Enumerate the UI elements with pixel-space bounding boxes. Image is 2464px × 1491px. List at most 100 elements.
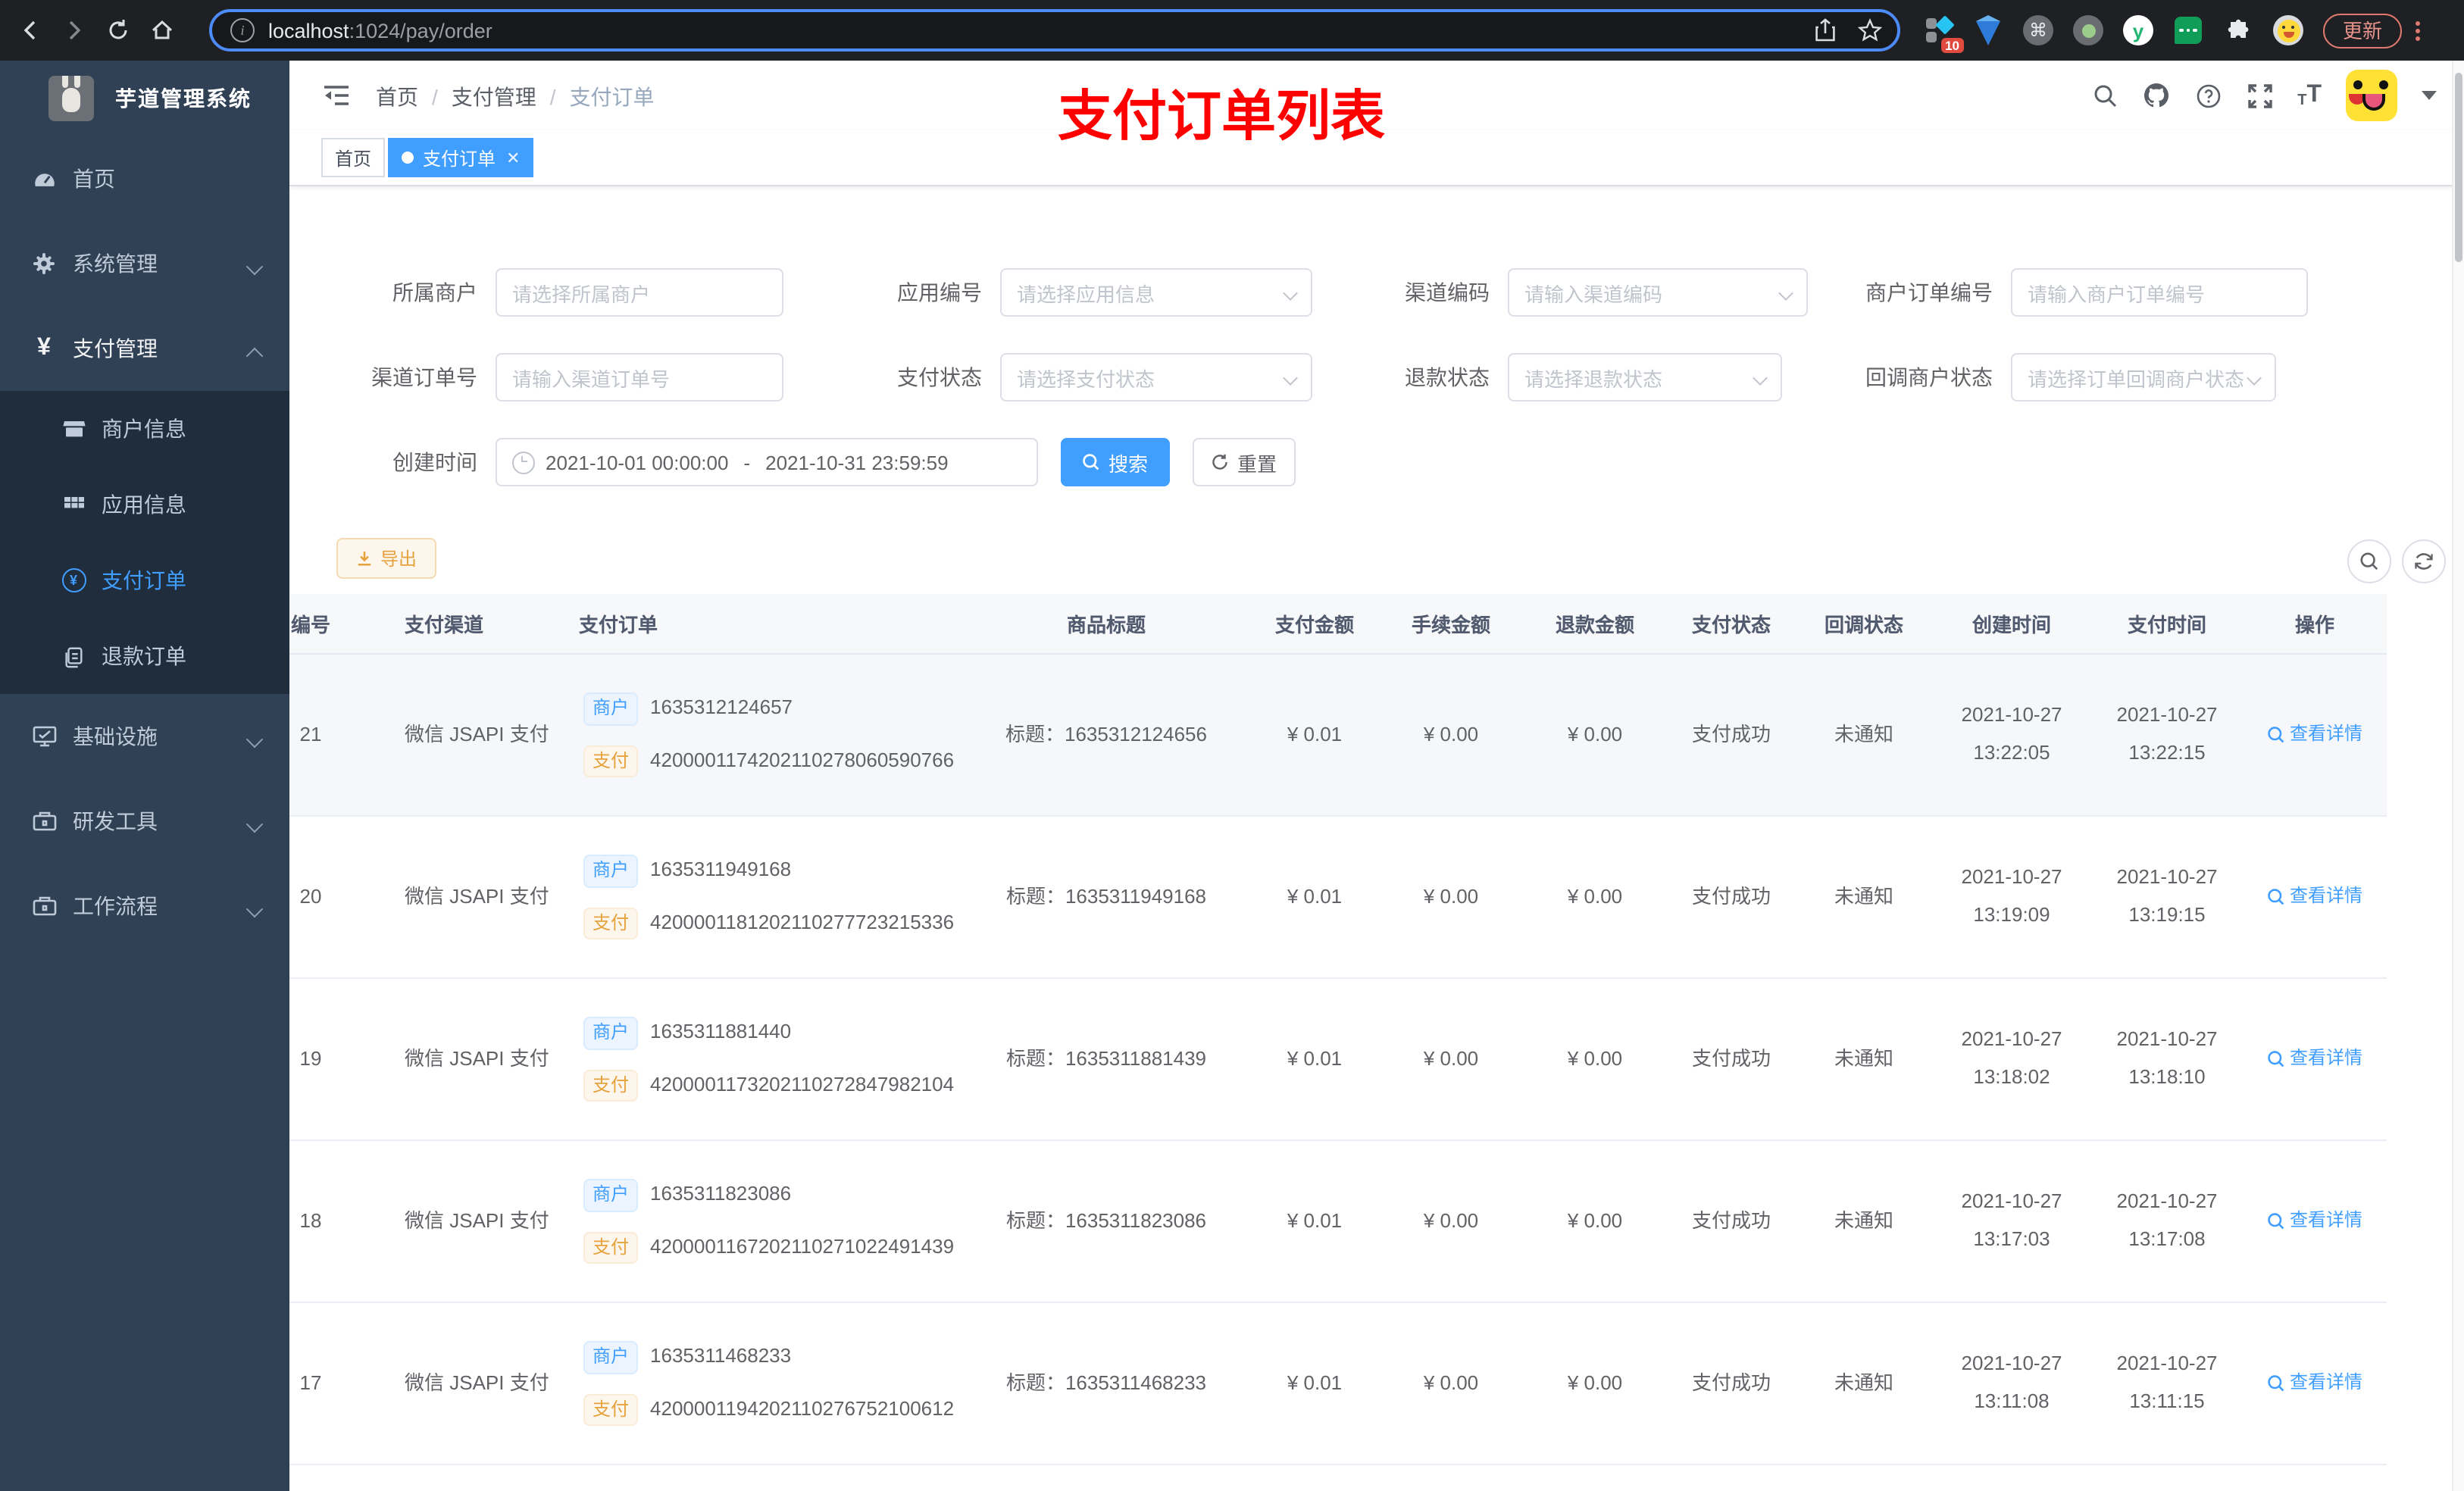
puzzle-extensions-icon[interactable] xyxy=(2222,14,2255,47)
extension-icon[interactable]: 10 xyxy=(1921,14,1964,53)
share-icon[interactable] xyxy=(1814,18,1837,42)
view-detail-link[interactable]: 查看详情 xyxy=(2267,883,2362,911)
view-detail-link[interactable]: 查看详情 xyxy=(2267,720,2362,749)
refund-status-select[interactable]: 请选择退款状态 xyxy=(1508,353,1782,402)
cell-create-time: 2021-10-27 13:11:08 xyxy=(1961,1352,2062,1412)
table-row[interactable]: 18 微信 JSAPI 支付 商户 1635311823086 支付 42000… xyxy=(289,1141,2387,1303)
gear-icon xyxy=(30,250,58,277)
recorder-extension-icon[interactable] xyxy=(2072,14,2105,47)
channel-code-select[interactable]: 请输入渠道编码 xyxy=(1508,268,1808,317)
sidebar-item-refund-order[interactable]: 退款订单 xyxy=(0,618,289,694)
cell-action: 查看详情 xyxy=(2243,655,2387,815)
cell-title: 标题：1635311949168 xyxy=(1005,884,1207,908)
table-row[interactable]: 21 微信 JSAPI 支付 商户 1635312124657 支付 42000… xyxy=(289,655,2387,817)
sidebar-item-app-info[interactable]: 应用信息 xyxy=(0,467,289,542)
back-icon[interactable] xyxy=(17,17,44,44)
sidebar-item-infra[interactable]: 基础设施 xyxy=(0,694,289,779)
view-detail-link[interactable]: 查看详情 xyxy=(2267,1045,2362,1074)
cell-channel: 微信 JSAPI 支付 xyxy=(405,1371,549,1394)
main-area: 首页 / 支付管理 / 支付订单 T T 支付订单列表 首页 支付订单 ✕ 所属… xyxy=(289,61,2464,1491)
create-time-range-input[interactable]: 2021-10-01 00:00:00 - 2021-10-31 23:59:5… xyxy=(496,438,1038,486)
app-no-select[interactable]: 请选择应用信息 xyxy=(1000,268,1312,317)
logo-avatar xyxy=(48,76,94,121)
url-text[interactable]: localhost:1024/pay/order xyxy=(268,19,492,42)
cell-id: 20 xyxy=(299,884,322,908)
tag-home[interactable]: 首页 xyxy=(321,138,386,177)
tag-pay-order[interactable]: 支付订单 ✕ xyxy=(388,138,534,177)
page-scrollbar[interactable] xyxy=(2452,61,2464,1491)
cell-amount: ¥ 0.01 xyxy=(1287,1046,1343,1070)
profile-avatar-icon[interactable] xyxy=(2272,14,2305,47)
url-bar[interactable]: i localhost:1024/pay/order xyxy=(209,9,1900,52)
table-row[interactable]: 17 微信 JSAPI 支付 商户 1635311468233 支付 42000… xyxy=(289,1303,2387,1465)
table-row[interactable]: 20 微信 JSAPI 支付 商户 1635311949168 支付 42000… xyxy=(289,817,2387,979)
browser-menu-icon[interactable] xyxy=(2414,17,2420,43)
search-icon[interactable] xyxy=(2091,82,2118,109)
help-icon[interactable] xyxy=(2194,82,2222,109)
pay-no-tag: 支付 xyxy=(583,1231,639,1264)
reset-button[interactable]: 重置 xyxy=(1193,438,1296,486)
cell-create-time: 2021-10-27 13:17:03 xyxy=(1961,1189,2062,1250)
sidebar-collapse-icon[interactable] xyxy=(323,82,350,109)
forward-icon[interactable] xyxy=(61,17,88,44)
cell-channel: 微信 JSAPI 支付 xyxy=(405,1046,549,1070)
view-detail-link[interactable]: 查看详情 xyxy=(2267,1369,2362,1398)
cell-pay-status: 支付成功 xyxy=(1691,1208,1771,1232)
pay-no-value: 4200001181202110277723215336 xyxy=(650,910,955,933)
cell-notify-status: 未通知 xyxy=(1834,1046,1893,1070)
breadcrumb-home[interactable]: 首页 xyxy=(376,82,418,112)
chevron-down-icon xyxy=(1285,288,1297,300)
chat-extension-icon[interactable] xyxy=(2172,14,2205,47)
user-avatar[interactable] xyxy=(2346,70,2397,121)
sidebar-item-home[interactable]: 首页 xyxy=(0,136,289,221)
caret-down-icon[interactable] xyxy=(2422,91,2437,100)
app-logo[interactable]: 芋道管理系统 xyxy=(0,61,289,136)
cell-orders: 商户 1635312124657 支付 42000011742021102780… xyxy=(561,655,962,815)
toggle-search-button[interactable] xyxy=(2347,539,2391,583)
search-button[interactable]: 搜索 xyxy=(1061,438,1170,486)
pay-order-table: 编号 支付渠道 支付订单 商品标题 支付金额 手续金额 退款金额 支付状态 回调状态 创建时间 支付… xyxy=(289,594,2464,1491)
y-extension-icon[interactable]: y xyxy=(2122,14,2155,47)
font-size-icon[interactable] xyxy=(2297,82,2322,109)
view-detail-link[interactable]: 查看详情 xyxy=(2267,1207,2362,1236)
scrollbar-thumb[interactable] xyxy=(2455,73,2462,262)
sketch-extension-icon[interactable] xyxy=(1972,14,2005,47)
tag-close-icon[interactable]: ✕ xyxy=(506,148,520,167)
cell-notify-status: 未通知 xyxy=(1834,1371,1893,1394)
github-icon[interactable] xyxy=(2143,82,2170,109)
merchant-input[interactable]: 请选择所属商户 xyxy=(496,268,783,317)
column-header: 支付状态 xyxy=(1691,614,1771,636)
sidebar-item-system[interactable]: 系统管理 xyxy=(0,221,289,306)
pay-no-tag: 支付 xyxy=(583,1069,639,1102)
column-header: 操作 xyxy=(2294,614,2334,636)
column-header: 编号 xyxy=(290,614,330,636)
bookmark-star-icon[interactable] xyxy=(1858,18,1882,42)
table-row[interactable]: 19 微信 JSAPI 支付 商户 1635311881440 支付 42000… xyxy=(289,979,2387,1141)
channel-order-no-input[interactable]: 请输入渠道订单号 xyxy=(496,353,783,402)
sidebar-item-payment[interactable]: 支付管理 xyxy=(0,306,289,391)
sidebar-item-merchant-info[interactable]: 商户信息 xyxy=(0,391,289,467)
sidebar-item-workflow[interactable]: 工作流程 xyxy=(0,864,289,949)
export-button[interactable]: 导出 xyxy=(336,538,436,579)
monitor-icon xyxy=(30,723,58,750)
sidebar-item-dev-tools[interactable]: 研发工具 xyxy=(0,779,289,864)
home-icon[interactable] xyxy=(149,17,176,44)
merchant-order-no-input[interactable]: 请输入商户订单编号 xyxy=(2011,268,2308,317)
cell-refund: ¥ 0.00 xyxy=(1567,1208,1623,1232)
command-extension-icon[interactable]: ⌘ xyxy=(2022,14,2055,47)
notify-status-select[interactable]: 请选择订单回调商户状态 xyxy=(2011,353,2276,402)
chevron-down-icon xyxy=(2249,373,2261,385)
refresh-table-button[interactable] xyxy=(2402,539,2446,583)
reload-icon[interactable] xyxy=(105,17,132,44)
sidebar-item-pay-order[interactable]: 支付订单 xyxy=(0,542,289,618)
browser-update-button[interactable]: 更新 xyxy=(2323,13,2403,48)
grid-icon xyxy=(61,492,86,517)
column-header: 商品标题 xyxy=(1066,614,1146,636)
cell-create-time: 2021-10-27 13:19:09 xyxy=(1961,865,2062,926)
fullscreen-icon[interactable] xyxy=(2246,82,2273,109)
merchant-no-tag: 商户 xyxy=(583,854,639,887)
site-info-icon[interactable]: i xyxy=(230,18,255,42)
pay-status-select[interactable]: 请选择支付状态 xyxy=(1000,353,1312,402)
cell-refund: ¥ 0.00 xyxy=(1567,1371,1623,1394)
breadcrumb-pay-mgmt[interactable]: 支付管理 xyxy=(452,82,536,112)
